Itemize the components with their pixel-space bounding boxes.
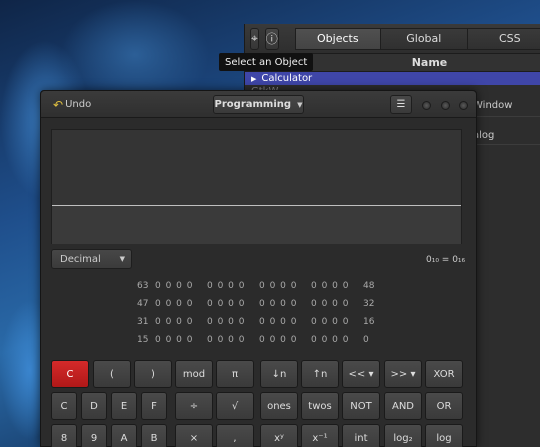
hamburger-menu-icon[interactable]: ☰ — [390, 95, 412, 114]
key-button[interactable]: √ — [216, 392, 254, 420]
tree-divider — [471, 116, 540, 117]
key-button[interactable]: , — [216, 424, 254, 447]
undo-arrow-icon: ↶ — [53, 97, 64, 112]
key-button[interactable]: OR — [425, 392, 463, 420]
bit-nibble[interactable]: 0 0 0 0 — [155, 281, 207, 293]
bit-nibble[interactable]: 0 0 0 0 — [311, 335, 363, 347]
bit-nibble[interactable]: 0 0 0 0 — [259, 317, 311, 329]
bit-nibble[interactable]: 0 0 0 0 — [207, 281, 259, 293]
bit-row: 31 0 0 0 00 0 0 00 0 0 00 0 0 0 16 — [137, 317, 381, 329]
key-button[interactable]: F — [141, 392, 167, 420]
bit-nibble[interactable]: 0 0 0 0 — [207, 335, 259, 347]
inspector-tabs: Objects Global CSS — [294, 27, 540, 50]
chevron-down-icon: ▼ — [119, 255, 125, 263]
minimize-button[interactable] — [422, 101, 431, 110]
key-button[interactable]: log₂ — [384, 424, 422, 447]
bit-nibble[interactable]: 0 0 0 0 — [155, 317, 207, 329]
bit-nibble[interactable]: 0 0 0 0 — [207, 299, 259, 311]
bit-position-label: 47 — [137, 299, 149, 309]
chevron-down-icon: ▼ — [297, 100, 303, 109]
bit-position-label: 31 — [137, 317, 149, 327]
result-display — [51, 129, 462, 244]
tab-objects[interactable]: Objects — [294, 27, 381, 50]
key-button[interactable]: ) — [134, 360, 172, 388]
undo-label: Undo — [65, 99, 92, 110]
key-button[interactable]: ones — [260, 392, 298, 420]
bit-nibble[interactable]: 0 0 0 0 — [259, 335, 311, 347]
tree-row-calculator[interactable]: ▶ Calculator — [245, 72, 540, 85]
bit-position-label: 32 — [363, 299, 375, 309]
bit-position-label: 63 — [137, 281, 149, 291]
key-button[interactable]: >> ▾ — [384, 360, 422, 388]
key-button[interactable]: xʸ — [260, 424, 298, 447]
key-button[interactable]: NOT — [342, 392, 380, 420]
tree-divider — [471, 144, 540, 145]
bit-nibble[interactable]: 0 0 0 0 — [311, 281, 363, 293]
key-button[interactable]: ( — [93, 360, 131, 388]
key-button[interactable]: log — [425, 424, 463, 447]
key-button[interactable]: twos — [301, 392, 339, 420]
info-icon[interactable]: ⓘ — [264, 27, 279, 50]
key-button[interactable]: C — [51, 392, 77, 420]
base-select-label: Decimal — [60, 253, 101, 265]
key-button[interactable]: ↓n — [260, 360, 298, 388]
base-conversion-readout: 0₁₀ = 0₁₆ — [426, 255, 466, 265]
key-button[interactable]: D — [81, 392, 107, 420]
key-button[interactable]: C — [51, 360, 89, 388]
key-button[interactable]: 8 — [51, 424, 77, 447]
maximize-button[interactable] — [441, 101, 450, 110]
calculator-window: ↶ Undo Programming ▼ ☰ Decimal ▼ 0₁₀ = 0… — [40, 90, 477, 447]
bit-row: 15 0 0 0 00 0 0 00 0 0 00 0 0 00 — [137, 335, 381, 347]
close-button[interactable] — [459, 101, 468, 110]
key-button[interactable]: × — [175, 424, 213, 447]
key-button[interactable]: AND — [384, 392, 422, 420]
bit-nibble[interactable]: 0 0 0 0 — [259, 299, 311, 311]
tooltip: Select an Object — [219, 53, 314, 71]
crosshair-icon[interactable]: ⌖ — [250, 27, 259, 50]
bit-position-label: 0 — [363, 335, 369, 345]
key-button[interactable]: int — [342, 424, 380, 447]
key-button[interactable]: B — [141, 424, 167, 447]
bit-position-label: 16 — [363, 317, 375, 327]
key-button[interactable]: ÷ — [175, 392, 213, 420]
key-button[interactable]: E — [111, 392, 137, 420]
undo-button[interactable]: ↶ Undo — [47, 95, 97, 114]
bit-nibble[interactable]: 0 0 0 0 — [207, 317, 259, 329]
key-button[interactable]: ↑n — [301, 360, 339, 388]
tree-row-label: Calculator — [261, 73, 313, 84]
bit-position-label: 15 — [137, 335, 149, 345]
bit-nibble[interactable]: 0 0 0 0 — [155, 299, 207, 311]
expand-arrow-icon[interactable]: ▶ — [251, 75, 256, 83]
key-button[interactable]: XOR — [425, 360, 463, 388]
bit-nibble[interactable]: 0 0 0 0 — [155, 335, 207, 347]
expression-input[interactable] — [52, 206, 461, 244]
bit-nibble[interactable]: 0 0 0 0 — [311, 317, 363, 329]
mode-menu-button[interactable]: Programming ▼ — [213, 95, 304, 114]
calculator-headerbar: ↶ Undo Programming ▼ ☰ — [41, 91, 476, 118]
key-button[interactable]: π — [216, 360, 254, 388]
bit-nibble[interactable]: 0 0 0 0 — [259, 281, 311, 293]
inspector-toolbar: ⌖ ⓘ Objects Global CSS — [245, 24, 540, 54]
tree-item-window[interactable]: Window — [473, 100, 512, 111]
bit-position-label: 48 — [363, 281, 375, 291]
key-button[interactable]: x⁻¹ — [301, 424, 339, 447]
mode-label: Programming — [214, 99, 292, 110]
tab-css[interactable]: CSS — [466, 27, 540, 50]
key-button[interactable]: A — [111, 424, 137, 447]
key-button[interactable]: 9 — [81, 424, 107, 447]
tab-global[interactable]: Global — [379, 27, 468, 50]
number-base-select[interactable]: Decimal ▼ — [51, 249, 132, 269]
bit-row: 63 0 0 0 00 0 0 00 0 0 00 0 0 0 48 — [137, 281, 381, 293]
key-button[interactable]: mod — [175, 360, 213, 388]
key-button[interactable]: << ▾ — [342, 360, 380, 388]
bit-row: 47 0 0 0 00 0 0 00 0 0 00 0 0 0 32 — [137, 299, 381, 311]
bit-nibble[interactable]: 0 0 0 0 — [311, 299, 363, 311]
